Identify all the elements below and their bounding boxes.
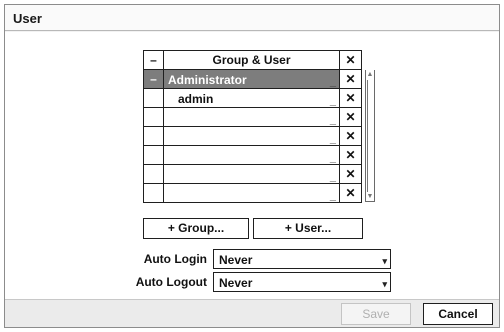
auto-login-label: Auto Login xyxy=(143,252,207,266)
delete-icon[interactable]: ✕ xyxy=(339,183,362,203)
edit-icon[interactable]: _ xyxy=(330,134,336,145)
row-name-cell[interactable]: _ xyxy=(163,145,340,165)
table-row[interactable]: _ ✕ xyxy=(143,107,362,127)
row-expander xyxy=(143,164,164,184)
chevron-down-icon: ▾ xyxy=(382,256,387,266)
table-row[interactable]: admin _ ✕ xyxy=(143,88,362,108)
auto-logout-select[interactable]: Never ▾ xyxy=(213,272,391,292)
delete-icon[interactable]: ✕ xyxy=(339,88,362,108)
scroll-up-icon[interactable]: ▲ xyxy=(366,70,374,79)
table-row[interactable]: _ ✕ xyxy=(143,145,362,165)
table-header: – Group & User ✕ xyxy=(143,50,362,70)
group-name: Administrator xyxy=(168,73,247,87)
row-name-cell[interactable]: _ xyxy=(163,164,340,184)
save-button[interactable]: Save xyxy=(341,303,411,325)
collapse-group-button[interactable]: – xyxy=(143,69,164,89)
dialog-body: – Group & User ✕ – Administrator _ ✕ adm… xyxy=(5,32,499,299)
dialog-title: User xyxy=(13,11,42,26)
auto-login-select[interactable]: Never ▾ xyxy=(213,249,391,269)
cancel-button[interactable]: Cancel xyxy=(423,303,493,325)
edit-icon[interactable]: _ xyxy=(330,115,336,126)
collapse-all-button[interactable]: – xyxy=(143,50,164,70)
delete-icon[interactable]: ✕ xyxy=(339,164,362,184)
delete-icon[interactable]: ✕ xyxy=(339,107,362,127)
row-expander xyxy=(143,183,164,203)
edit-icon[interactable]: _ xyxy=(330,77,336,88)
row-name-cell[interactable]: admin _ xyxy=(163,88,340,108)
table-row[interactable]: _ ✕ xyxy=(143,126,362,146)
delete-icon[interactable]: ✕ xyxy=(339,69,362,89)
auto-login-value: Never xyxy=(219,253,253,267)
scroll-down-icon[interactable]: ▼ xyxy=(366,192,374,201)
edit-icon[interactable]: _ xyxy=(330,153,336,164)
row-name-cell[interactable]: Administrator _ xyxy=(163,69,340,89)
edit-icon[interactable]: _ xyxy=(330,96,336,107)
scroll-thumb[interactable] xyxy=(367,80,373,192)
auto-logout-value: Never xyxy=(219,276,253,290)
row-expander xyxy=(143,126,164,146)
user-name: admin xyxy=(178,92,214,106)
row-expander xyxy=(143,107,164,127)
delete-icon[interactable]: ✕ xyxy=(339,126,362,146)
row-expander xyxy=(143,145,164,165)
title-bar: User xyxy=(5,5,499,31)
row-name-cell[interactable]: _ xyxy=(163,126,340,146)
table-row[interactable]: _ ✕ xyxy=(143,164,362,184)
edit-icon[interactable]: _ xyxy=(330,172,336,183)
row-name-cell[interactable]: _ xyxy=(163,183,340,203)
chevron-down-icon: ▾ xyxy=(382,279,387,289)
auto-logout-label: Auto Logout xyxy=(135,275,207,289)
row-expander xyxy=(143,88,164,108)
add-group-button[interactable]: + Group... xyxy=(143,218,249,239)
delete-all-icon[interactable]: ✕ xyxy=(339,50,362,70)
add-user-button[interactable]: + User... xyxy=(253,218,363,239)
table-row[interactable]: – Administrator _ ✕ xyxy=(143,69,362,89)
edit-icon[interactable]: _ xyxy=(330,191,336,202)
user-dialog: User – Group & User ✕ – Administrator _ … xyxy=(4,4,500,328)
group-user-header: Group & User xyxy=(163,50,340,70)
delete-icon[interactable]: ✕ xyxy=(339,145,362,165)
group-user-table: – Group & User ✕ – Administrator _ ✕ adm… xyxy=(143,50,362,203)
table-scrollbar[interactable]: ▲ ▼ xyxy=(365,70,375,202)
row-name-cell[interactable]: _ xyxy=(163,107,340,127)
table-row[interactable]: _ ✕ xyxy=(143,183,362,203)
dialog-footer: Save Cancel xyxy=(5,299,499,327)
